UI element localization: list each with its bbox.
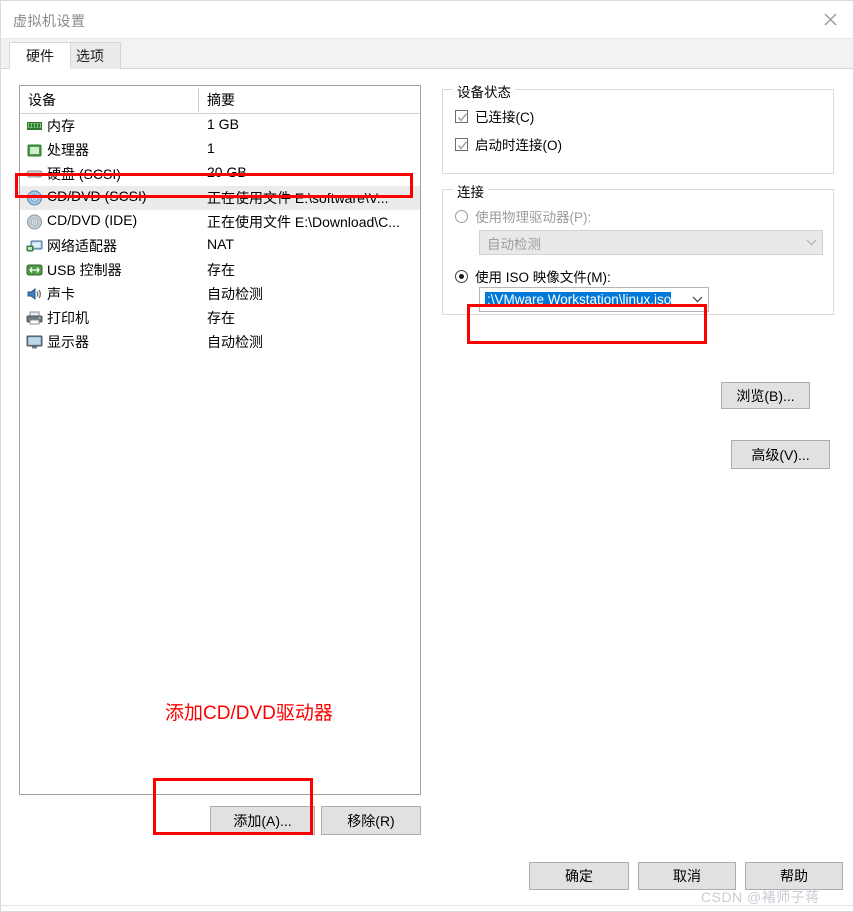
- radio-use-physical-drive-label: 使用物理驱动器(P):: [475, 210, 592, 225]
- table-row[interactable]: 显示器 自动检测: [20, 330, 420, 354]
- radio-unselected-icon: [455, 209, 468, 223]
- connection-legend: 连接: [453, 181, 488, 201]
- tab-hardware-label: 硬件: [26, 47, 54, 64]
- checkmark-icon: [455, 137, 468, 151]
- close-glyph: [824, 13, 836, 26]
- iso-path-value: :\VMware Workstation\linux.iso: [485, 292, 672, 307]
- checkbox-connect-at-power-on-label: 启动时连接(O): [475, 138, 562, 153]
- device-summary: 正在使用文件 E:\software\V...: [207, 190, 389, 206]
- device-name: 显示器: [47, 334, 89, 350]
- tab-hardware[interactable]: 硬件: [9, 42, 71, 69]
- network-adapter-icon: [26, 238, 43, 254]
- close-icon[interactable]: [807, 1, 853, 38]
- device-summary: 存在: [207, 310, 235, 326]
- device-status-legend: 设备状态: [453, 81, 515, 101]
- device-name: 内存: [47, 118, 75, 134]
- tab-strip: 硬件 选项: [1, 39, 853, 69]
- device-name: CD/DVD (IDE): [47, 212, 138, 228]
- ok-button[interactable]: 确定: [529, 862, 629, 890]
- checkbox-connected[interactable]: 已连接(C): [455, 106, 534, 126]
- checkbox-connect-at-power-on[interactable]: 启动时连接(O): [455, 134, 562, 154]
- table-row[interactable]: USB 控制器 存在: [20, 258, 420, 282]
- vm-settings-dialog: 虚拟机设置 硬件 选项 设备 摘要 内存 1 GB 处理器 1 硬盘 (SCSI…: [0, 0, 854, 912]
- radio-use-iso-image[interactable]: 使用 ISO 映像文件(M):: [455, 266, 611, 286]
- processor-icon: [26, 142, 43, 158]
- table-row[interactable]: 处理器 1: [20, 138, 420, 162]
- window-title: 虚拟机设置: [13, 13, 86, 29]
- title-bar: 虚拟机设置: [1, 1, 853, 39]
- add-button[interactable]: 添加(A)...: [210, 806, 315, 835]
- device-name: 声卡: [47, 286, 75, 302]
- printer-icon: [26, 310, 43, 326]
- radio-use-physical-drive[interactable]: 使用物理驱动器(P):: [455, 206, 591, 226]
- device-status-group: 设备状态 已连接(C) 启动时连接(O): [442, 81, 834, 174]
- memory-icon: [26, 118, 43, 134]
- device-summary: 1 GB: [207, 116, 239, 132]
- display-icon: [26, 334, 43, 350]
- device-name: CD/DVD (SCSI): [47, 188, 147, 204]
- device-summary: 自动检测: [207, 286, 263, 302]
- cddvd-icon: [26, 214, 43, 230]
- chevron-down-icon[interactable]: [686, 296, 708, 303]
- device-name: USB 控制器: [47, 262, 122, 278]
- table-row[interactable]: CD/DVD (IDE) 正在使用文件 E:\Download\C...: [20, 210, 420, 234]
- annotation-add-cddvd-label: 添加CD/DVD驱动器: [165, 703, 333, 724]
- checkbox-connected-label: 已连接(C): [475, 110, 535, 125]
- harddisk-icon: [26, 166, 43, 182]
- table-row[interactable]: 网络适配器 NAT: [20, 234, 420, 258]
- browse-button[interactable]: 浏览(B)...: [721, 382, 810, 409]
- column-header-summary: 摘要: [207, 92, 235, 108]
- iso-path-input[interactable]: :\VMware Workstation\linux.iso: [479, 287, 709, 312]
- table-row[interactable]: 内存 1 GB: [20, 114, 420, 138]
- device-list-panel: 设备 摘要 内存 1 GB 处理器 1 硬盘 (SCSI) 20 GB CD/D…: [19, 85, 421, 795]
- column-header-device: 设备: [28, 92, 56, 108]
- radio-selected-icon: [455, 269, 468, 283]
- dialog-body: 设备 摘要 内存 1 GB 处理器 1 硬盘 (SCSI) 20 GB CD/D…: [1, 69, 853, 911]
- device-summary: 自动检测: [207, 334, 263, 350]
- usb-icon: [26, 262, 43, 278]
- table-row[interactable]: CD/DVD (SCSI) 正在使用文件 E:\software\V...: [20, 186, 420, 210]
- device-summary: NAT: [207, 236, 234, 252]
- physical-drive-select[interactable]: 自动检测: [479, 230, 823, 255]
- device-summary: 1: [207, 140, 215, 156]
- table-row[interactable]: 声卡 自动检测: [20, 282, 420, 306]
- sound-card-icon: [26, 286, 43, 302]
- device-summary: 正在使用文件 E:\Download\C...: [207, 214, 400, 230]
- device-summary: 20 GB: [207, 164, 247, 180]
- connection-group: 连接 使用物理驱动器(P): 自动检测 使用 ISO 映像文件(M): :\VM…: [442, 181, 834, 315]
- physical-drive-value: 自动检测: [487, 236, 541, 252]
- cancel-button[interactable]: 取消: [638, 862, 736, 890]
- table-row[interactable]: 打印机 存在: [20, 306, 420, 330]
- watermark: CSDN @褚师子蒋: [701, 889, 820, 905]
- checkmark-icon: [455, 109, 468, 123]
- device-name: 打印机: [47, 310, 89, 326]
- device-list-header: 设备 摘要: [20, 86, 420, 114]
- cddvd-icon: [26, 190, 43, 206]
- help-button[interactable]: 帮助: [745, 862, 843, 890]
- device-name: 硬盘 (SCSI): [47, 166, 121, 182]
- device-name: 网络适配器: [47, 238, 117, 254]
- device-rows: 内存 1 GB 处理器 1 硬盘 (SCSI) 20 GB CD/DVD (SC…: [20, 114, 420, 354]
- header-separator: [198, 88, 199, 112]
- radio-use-iso-image-label: 使用 ISO 映像文件(M):: [475, 270, 611, 285]
- device-name: 处理器: [47, 142, 89, 158]
- remove-button[interactable]: 移除(R): [321, 806, 421, 835]
- table-row[interactable]: 硬盘 (SCSI) 20 GB: [20, 162, 420, 186]
- tab-options-label: 选项: [76, 48, 104, 64]
- advanced-button[interactable]: 高级(V)...: [731, 440, 830, 469]
- chevron-down-icon: [800, 239, 822, 246]
- device-summary: 存在: [207, 262, 235, 278]
